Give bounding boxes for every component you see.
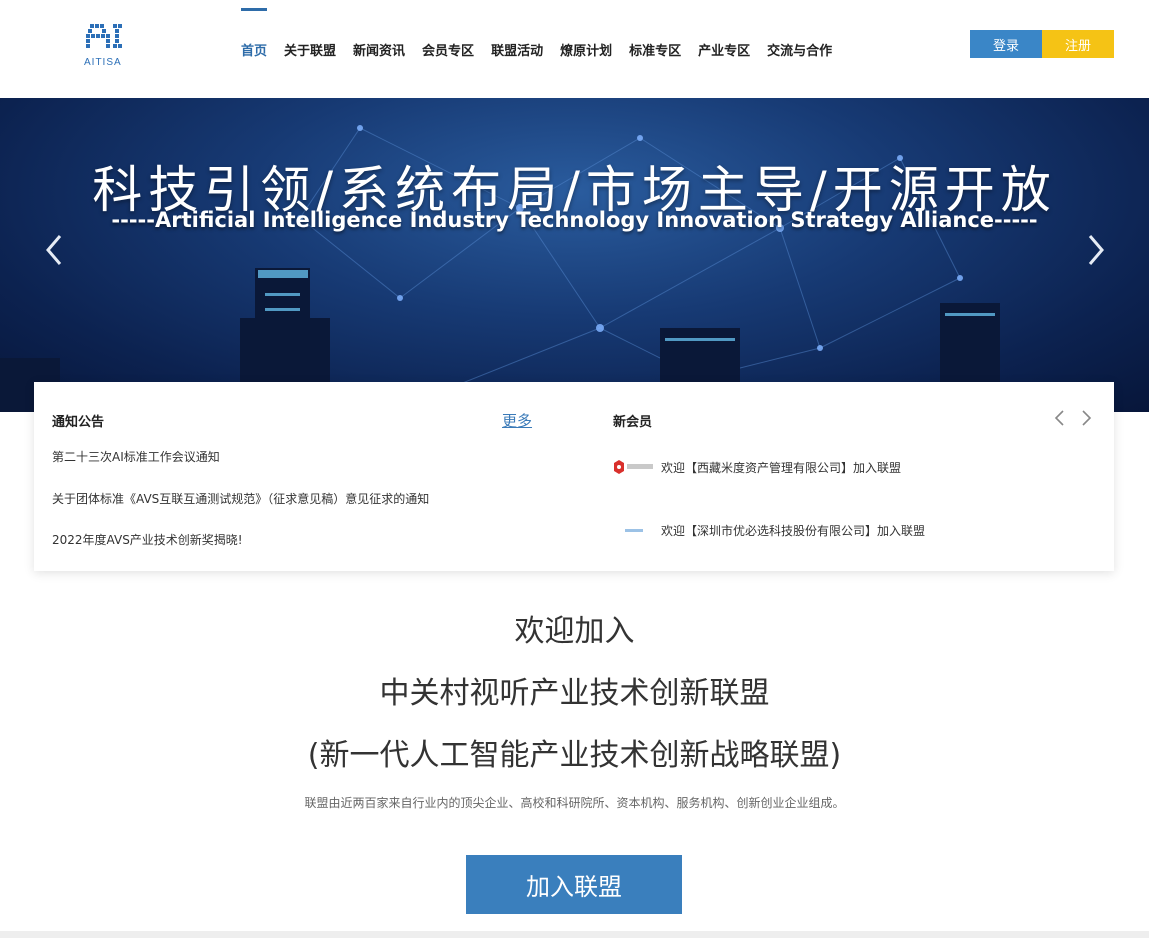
- alliance-alt-name: (新一代人工智能产业技术创新战略联盟): [307, 738, 842, 773]
- member-prev-icon[interactable]: [1052, 408, 1068, 428]
- notice-item[interactable]: 2022年度AVS产业技术创新奖揭晓!: [52, 531, 243, 548]
- nav-standards[interactable]: 标准专区: [629, 0, 681, 98]
- member-title: 新会员: [613, 415, 653, 430]
- join-alliance-button[interactable]: 加入联盟: [466, 855, 682, 914]
- login-button[interactable]: 登录: [970, 30, 1042, 58]
- banner-prev-arrow-icon[interactable]: [40, 230, 70, 270]
- info-card: 通知公告 更多 第二十三次AI标准工作会议通知 关于团体标准《AVS互联互通测试…: [34, 382, 1114, 571]
- member-item[interactable]: 欢迎【深圳市优必选科技股份有限公司】加入联盟: [613, 521, 925, 539]
- notice-more-link[interactable]: 更多: [502, 410, 532, 431]
- nav-cooperation[interactable]: 交流与合作: [767, 0, 832, 98]
- member-item-text: 欢迎【深圳市优必选科技股份有限公司】加入联盟: [661, 523, 926, 538]
- network-background: [0, 125, 1000, 412]
- nav-members[interactable]: 会员专区: [422, 0, 474, 98]
- aitisa-small-logo-icon: [613, 521, 657, 539]
- banner-subtitle: -----Artificial Intelligence Industry Te…: [111, 208, 1038, 232]
- nav-news[interactable]: 新闻资讯: [353, 0, 405, 98]
- member-item-text: 欢迎【西藏米度资产管理有限公司】加入联盟: [661, 460, 902, 475]
- notice-title: 通知公告: [52, 415, 105, 430]
- welcome-heading: 欢迎加入: [514, 614, 635, 649]
- notice-item[interactable]: 关于团体标准《AVS互联互通测试规范》（征求意见稿）意见征求的通知: [52, 490, 429, 507]
- register-button[interactable]: 注册: [1042, 30, 1114, 58]
- member-item[interactable]: 欢迎【西藏米度资产管理有限公司】加入联盟: [613, 458, 901, 476]
- alliance-name: 中关村视听产业技术创新联盟: [379, 676, 770, 711]
- midu-logo-icon: [613, 458, 657, 476]
- nav-home[interactable]: 首页: [241, 0, 268, 98]
- nav-industry[interactable]: 产业专区: [698, 0, 750, 98]
- notice-item[interactable]: 第二十三次AI标准工作会议通知: [52, 448, 220, 465]
- logo-text: AITISA: [84, 57, 122, 68]
- nav-activities[interactable]: 联盟活动: [491, 0, 543, 98]
- nav-about[interactable]: 关于联盟: [284, 0, 336, 98]
- main-nav: 首页 关于联盟 新闻资讯 会员专区 联盟活动 燎原计划 标准专区 产业专区 交流…: [241, 0, 849, 98]
- member-next-icon[interactable]: [1078, 408, 1094, 428]
- site-header: AITISA 首页 关于联盟 新闻资讯 会员专区 联盟活动 燎原计划 标准专区 …: [0, 0, 1149, 98]
- section-divider: [0, 931, 1149, 938]
- hero-banner: 科技引领/系统布局/市场主导/开源开放 -----Artificial Inte…: [0, 98, 1149, 412]
- banner-next-arrow-icon[interactable]: [1080, 230, 1110, 270]
- nav-liaoyuan[interactable]: 燎原计划: [560, 0, 612, 98]
- alliance-description: 联盟由近两百家来自行业内的顶尖企业、高校和科研院所、资本机构、服务机构、创新创业…: [304, 796, 845, 810]
